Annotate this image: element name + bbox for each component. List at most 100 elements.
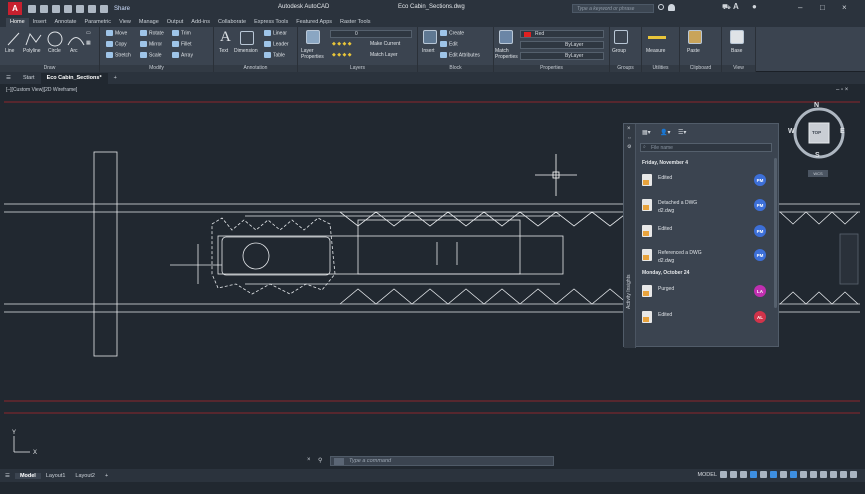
scale-button[interactable]: Scale xyxy=(140,52,162,58)
compass-north[interactable]: N xyxy=(814,102,819,109)
viewcube[interactable]: N S E W TOP xyxy=(788,102,848,162)
share-button[interactable]: Share xyxy=(114,6,130,12)
user-icon[interactable] xyxy=(668,4,675,11)
circle-button[interactable]: Circle xyxy=(48,48,61,54)
wcs-menu[interactable]: WCS xyxy=(808,170,828,177)
fillet-button[interactable]: Fillet xyxy=(172,41,192,47)
save-as-icon[interactable] xyxy=(64,4,72,13)
lineweight-dropdown[interactable]: ByLayer xyxy=(520,52,604,60)
tab-insert[interactable]: Insert xyxy=(29,18,51,27)
activity-item[interactable]: Edited PM xyxy=(640,171,768,191)
arc-button[interactable]: Arc xyxy=(70,48,78,54)
new-tab-button[interactable]: + xyxy=(108,73,123,84)
layer-dropdown[interactable]: 0 xyxy=(330,30,412,38)
paste-button[interactable]: Paste xyxy=(687,48,700,54)
tab-add-ins[interactable]: Add-ins xyxy=(187,18,214,27)
command-history-icon[interactable] xyxy=(334,458,344,465)
move-button[interactable]: Move xyxy=(106,30,127,36)
compass-east[interactable]: E xyxy=(840,128,845,135)
table-button[interactable]: Table xyxy=(264,52,285,58)
edit-block-button[interactable]: Edit xyxy=(440,41,458,47)
mirror-button[interactable]: Mirror xyxy=(140,41,162,47)
insert-button[interactable]: Insert xyxy=(422,48,435,54)
text-button[interactable]: Text xyxy=(219,48,228,54)
snap-icon[interactable] xyxy=(730,471,737,478)
model-space-toggle[interactable]: MODEL xyxy=(697,472,717,478)
layer-properties-button[interactable]: Layer Properties xyxy=(301,48,325,60)
palette-settings-icon[interactable]: ⚙ xyxy=(627,144,631,150)
viewport-controls[interactable]: [–][Custom View][2D Wireframe] xyxy=(6,87,77,93)
maximize-button[interactable]: □ xyxy=(820,3,825,12)
tab-featured-apps[interactable]: Featured Apps xyxy=(292,18,336,27)
tab-model[interactable]: Model xyxy=(14,472,41,479)
array-button[interactable]: Array xyxy=(172,52,193,58)
grid-icon[interactable] xyxy=(720,471,727,478)
palette-search-input[interactable]: File name xyxy=(640,143,772,152)
save-icon[interactable] xyxy=(52,4,60,13)
new-icon[interactable] xyxy=(28,4,36,13)
layer-tools-icons[interactable]: ◆ ◆ ◆ ◆ xyxy=(332,52,352,58)
search-input[interactable]: Type a keyword or phrase xyxy=(572,4,654,13)
linear-dropdown[interactable]: Linear xyxy=(264,30,287,36)
layout-menu-icon[interactable]: ☰ xyxy=(0,473,15,479)
base-button[interactable]: Base xyxy=(731,48,742,54)
menu-icon[interactable]: ☰ xyxy=(0,73,17,84)
activity-item[interactable]: Referenced a DWG d2.dwg PM xyxy=(640,246,768,266)
close-button[interactable]: × xyxy=(842,3,847,12)
rectangle-icon[interactable]: ▭ xyxy=(86,30,91,36)
search-icon[interactable] xyxy=(658,4,664,10)
app-menu-button[interactable]: A xyxy=(8,2,22,15)
help-icon[interactable]: ● xyxy=(752,2,757,11)
tab-collaborate[interactable]: Collaborate xyxy=(214,18,250,27)
workspace-gear-icon[interactable] xyxy=(800,471,807,478)
activity-item[interactable]: Purged LA xyxy=(640,282,768,302)
tab-annotate[interactable]: Annotate xyxy=(50,18,80,27)
isometric-icon[interactable] xyxy=(760,471,767,478)
linetype-dropdown[interactable]: ByLayer xyxy=(520,41,604,49)
palette-close-icon[interactable]: × xyxy=(627,126,631,132)
group-button[interactable]: Group xyxy=(612,48,626,54)
filter-list-icon[interactable]: ☰▾ xyxy=(678,129,686,136)
tab-manage[interactable]: Manage xyxy=(135,18,163,27)
stretch-button[interactable]: Stretch xyxy=(106,52,131,58)
tab-home[interactable]: Home xyxy=(6,18,29,27)
compass-south[interactable]: S xyxy=(815,152,820,159)
color-dropdown[interactable]: Red xyxy=(520,30,604,38)
create-block-button[interactable]: Create xyxy=(440,30,464,36)
leader-dropdown[interactable]: Leader xyxy=(264,41,289,47)
match-properties-button[interactable]: Match Properties xyxy=(495,48,519,60)
compass-west[interactable]: W xyxy=(788,128,795,135)
plus-icon[interactable] xyxy=(810,471,817,478)
activity-item[interactable]: Edited AL xyxy=(640,308,768,328)
hardware-acceleration-icon[interactable] xyxy=(830,471,837,478)
polar-tracking-icon[interactable] xyxy=(750,471,757,478)
tab-eco-cabin-sections[interactable]: Eco Cabin_Sections* xyxy=(40,72,108,84)
match-layer-button[interactable]: Match Layer xyxy=(370,52,398,58)
tab-raster-tools[interactable]: Raster Tools xyxy=(336,18,374,27)
print-icon[interactable] xyxy=(76,4,84,13)
tab-start[interactable]: Start xyxy=(17,73,41,84)
minimize-button[interactable]: – xyxy=(798,3,802,12)
line-button[interactable]: Line xyxy=(5,48,14,54)
command-input[interactable]: Type a command xyxy=(330,456,554,466)
copy-button[interactable]: Copy xyxy=(106,41,127,47)
palette-autohide-icon[interactable]: ⇔ xyxy=(627,135,632,141)
measure-button[interactable]: Measure xyxy=(646,48,665,54)
cart-icon[interactable]: ⛟ xyxy=(722,3,731,12)
palette-scrollbar[interactable] xyxy=(774,158,777,308)
trim-button[interactable]: Trim xyxy=(172,30,191,36)
hatch-icon[interactable]: ▦ xyxy=(86,40,91,46)
object-snap-icon[interactable] xyxy=(770,471,777,478)
tab-parametric[interactable]: Parametric xyxy=(80,18,115,27)
redo-icon[interactable] xyxy=(100,4,108,13)
autodesk-a360-icon[interactable]: A xyxy=(733,2,739,11)
layer-state-icons[interactable]: ◆ ◆ ◆ ◆ xyxy=(332,41,352,47)
dimension-button[interactable]: Dimension xyxy=(234,48,258,54)
tab-layout1[interactable]: Layout1 xyxy=(41,473,71,479)
viewcube-top-face[interactable]: TOP xyxy=(812,130,821,135)
edit-attributes-button[interactable]: Edit Attributes xyxy=(440,52,480,58)
filter-users-icon[interactable]: 👤▾ xyxy=(660,129,670,136)
tab-express-tools[interactable]: Express Tools xyxy=(250,18,292,27)
activity-item[interactable]: Edited PM xyxy=(640,222,768,242)
clean-screen-icon[interactable] xyxy=(840,471,847,478)
